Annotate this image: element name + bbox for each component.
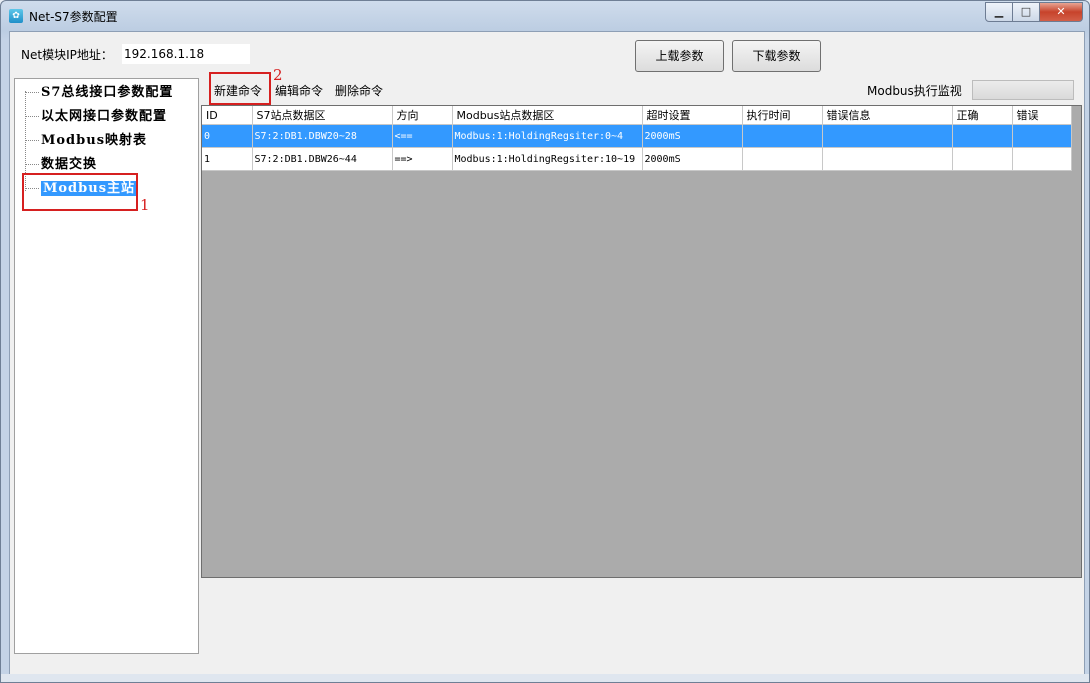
cell-id: 0 — [202, 124, 253, 148]
command-table: ID S7站点数据区 方向 Modbus站点数据区 超时设置 执行时间 错误信息… — [202, 106, 1072, 171]
delete-command-button[interactable]: 删除命令 — [335, 82, 383, 99]
cell-error-info — [822, 124, 953, 148]
cell-exec-time — [742, 147, 823, 171]
column-header-correct[interactable]: 正确 — [952, 106, 1013, 125]
sidebar-item-label: Modbus映射表 — [41, 133, 148, 148]
column-header-timeout[interactable]: 超时设置 — [642, 106, 743, 125]
table-row[interactable]: 1 S7:2:DB1.DBW26~44 ==> Modbus:1:Holding… — [202, 147, 1072, 171]
download-params-button[interactable]: 下载参数 — [732, 40, 821, 72]
cell-error-info — [822, 147, 953, 171]
table-header-row: ID S7站点数据区 方向 Modbus站点数据区 超时设置 执行时间 错误信息… — [202, 106, 1072, 125]
cell-modbus-area: Modbus:1:HoldingRegsiter:10~19 — [452, 147, 643, 171]
cell-correct — [952, 124, 1013, 148]
cell-correct — [952, 147, 1013, 171]
annotation-box-1 — [22, 173, 138, 211]
sidebar-item-label: S7总线接口参数配置 — [41, 85, 174, 100]
cell-direction: <== — [392, 124, 453, 148]
cell-s7-area: S7:2:DB1.DBW26~44 — [252, 147, 393, 171]
close-button[interactable]: ✕ — [1039, 2, 1083, 22]
column-header-s7-area[interactable]: S7站点数据区 — [252, 106, 393, 125]
annotation-box-2 — [209, 72, 271, 105]
maximize-button[interactable]: □ — [1012, 2, 1040, 22]
column-header-direction[interactable]: 方向 — [392, 106, 453, 125]
cell-error — [1012, 147, 1072, 171]
client-area: Net模块IP地址： 192.168.1.18 上载参数 下载参数 S7总线接口… — [9, 31, 1085, 679]
sidebar-tree: S7总线接口参数配置 以太网接口参数配置 Modbus映射表 数据交换 Modb… — [14, 78, 199, 654]
column-header-id[interactable]: ID — [202, 106, 253, 125]
sidebar-item-label: 数据交换 — [41, 157, 98, 172]
command-toolbar: 新建命令 编辑命令 删除命令 Modbus执行监视 — [203, 78, 1081, 102]
sidebar-item-ethernet[interactable]: 以太网接口参数配置 — [25, 107, 167, 127]
cell-id: 1 — [202, 147, 253, 171]
modbus-monitor-label: Modbus执行监视 — [867, 84, 962, 98]
column-header-exec-time[interactable]: 执行时间 — [742, 106, 823, 125]
column-header-modbus-area[interactable]: Modbus站点数据区 — [452, 106, 643, 125]
modbus-monitor-indicator — [972, 80, 1074, 100]
sidebar-item-s7-bus[interactable]: S7总线接口参数配置 — [25, 83, 173, 103]
main-window: ✿ Net-S7参数配置 ▁ □ ✕ Net模块IP地址： 192.168.1.… — [0, 0, 1090, 683]
table-row[interactable]: 0 S7:2:DB1.DBW20~28 <== Modbus:1:Holding… — [202, 124, 1072, 148]
cell-exec-time — [742, 124, 823, 148]
column-header-error[interactable]: 错误 — [1012, 106, 1072, 125]
cell-timeout: 2000mS — [642, 147, 743, 171]
sidebar-item-modbus-map[interactable]: Modbus映射表 — [25, 131, 147, 151]
column-header-error-info[interactable]: 错误信息 — [822, 106, 953, 125]
ip-label: Net模块IP地址： — [21, 48, 113, 62]
edit-command-button[interactable]: 编辑命令 — [275, 82, 323, 99]
gear-icon: ✿ — [9, 9, 23, 23]
cell-s7-area: S7:2:DB1.DBW20~28 — [252, 124, 393, 148]
cell-direction: ==> — [392, 147, 453, 171]
window-title: Net-S7参数配置 — [29, 10, 118, 24]
sidebar-item-label: 以太网接口参数配置 — [41, 109, 168, 124]
annotation-label-2: 2 — [273, 66, 283, 84]
window-controls: ▁ □ ✕ — [985, 2, 1083, 22]
sidebar-item-data-exchange[interactable]: 数据交换 — [25, 155, 97, 175]
ip-address-field[interactable]: 192.168.1.18 — [122, 44, 250, 64]
cell-error — [1012, 124, 1072, 148]
minimize-button[interactable]: ▁ — [985, 2, 1013, 22]
window-bottom-edge — [1, 674, 1089, 682]
cell-modbus-area: Modbus:1:HoldingRegsiter:0~4 — [452, 124, 643, 148]
command-grid: ID S7站点数据区 方向 Modbus站点数据区 超时设置 执行时间 错误信息… — [201, 105, 1082, 578]
title-bar[interactable]: ✿ Net-S7参数配置 ▁ □ ✕ — [1, 1, 1089, 31]
cell-timeout: 2000mS — [642, 124, 743, 148]
upload-params-button[interactable]: 上载参数 — [635, 40, 724, 72]
annotation-label-1: 1 — [140, 196, 150, 214]
